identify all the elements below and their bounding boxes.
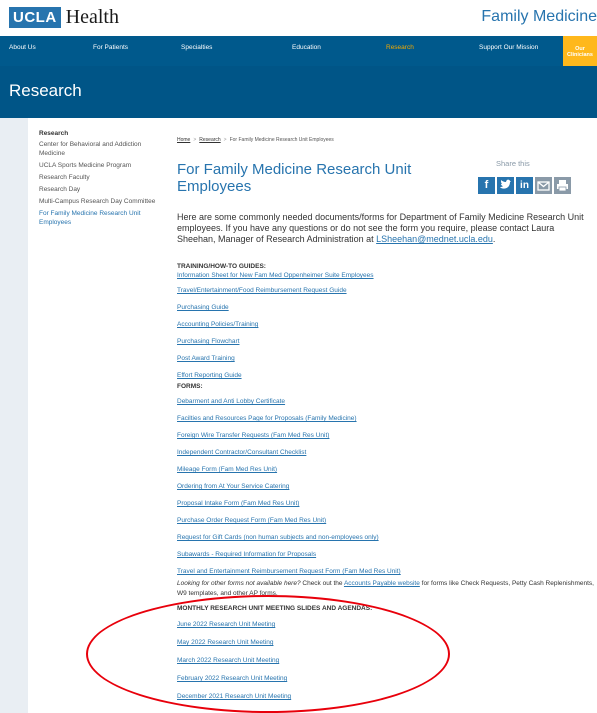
sidebar-item-sports-medicine[interactable]: UCLA Sports Medicine Program (39, 161, 159, 170)
nav-about-us[interactable]: About Us (9, 44, 36, 51)
form-link[interactable]: Proposal Intake Form (Fam Med Res Unit) (177, 499, 597, 508)
contact-email-link[interactable]: LSheehan@mednet.ucla.edu (376, 234, 493, 244)
form-link[interactable]: Request for Gift Cards (non human subjec… (177, 533, 597, 542)
sidebar: Research Center for Behavioral and Addic… (39, 130, 159, 230)
share-icons: f in (478, 177, 571, 194)
site-title[interactable]: Family Medicine (481, 8, 597, 26)
sidebar-item-research-day[interactable]: Research Day (39, 185, 159, 194)
meeting-link[interactable]: December 2021 Research Unit Meeting (177, 692, 597, 701)
nav-research[interactable]: Research (386, 44, 414, 51)
breadcrumb-separator: > (193, 137, 197, 143)
page-banner: Research (0, 66, 597, 118)
form-link[interactable]: Subawards - Required Information for Pro… (177, 550, 597, 559)
training-link[interactable]: Effort Reporting Guide (177, 371, 597, 380)
form-link[interactable]: Debarment and Anti Lobby Certificate (177, 397, 597, 406)
nav-specialties[interactable]: Specialties (181, 44, 212, 51)
meeting-link[interactable]: February 2022 Research Unit Meeting (177, 674, 597, 683)
document-list: TRAINING/HOW-TO GUIDES: Information Shee… (177, 262, 597, 710)
form-link[interactable]: Purchase Order Request Form (Fam Med Res… (177, 516, 597, 525)
training-link[interactable]: Post Award Training (177, 354, 597, 363)
sidebar-item-behavioral-addiction[interactable]: Center for Behavioral and Addiction Medi… (39, 140, 159, 158)
training-link[interactable]: Travel/Entertainment/Food Reimbursement … (177, 286, 597, 295)
training-link[interactable]: Purchasing Guide (177, 303, 597, 312)
twitter-icon[interactable] (497, 177, 514, 194)
sidebar-heading[interactable]: Research (39, 130, 159, 137)
training-link[interactable]: Purchasing Flowchart (177, 337, 597, 346)
breadcrumb-home[interactable]: Home (177, 137, 190, 143)
breadcrumb-current: For Family Medicine Research Unit Employ… (229, 137, 334, 143)
logo-box: UCLA (9, 7, 61, 28)
form-link[interactable]: Travel and Entertainment Reimbursement R… (177, 567, 597, 576)
meetings-heading: MONTHLY RESEARCH UNIT MEETING SLIDES AND… (177, 605, 373, 612)
breadcrumb-separator: > (223, 137, 227, 143)
training-link[interactable]: Information Sheet for New Fam Med Oppenh… (177, 271, 597, 280)
nav-support-our-mission[interactable]: Support Our Mission (479, 44, 538, 51)
banner-title: Research (9, 81, 82, 100)
email-icon[interactable] (535, 177, 552, 194)
form-link[interactable]: Foreign Wire Transfer Requests (Fam Med … (177, 431, 597, 440)
site-header: UCLA Health Family Medicine (0, 0, 597, 36)
meeting-link[interactable]: June 2022 Research Unit Meeting (177, 620, 597, 629)
training-heading: TRAINING/HOW-TO GUIDES: (177, 263, 266, 270)
breadcrumb-research[interactable]: Research (199, 137, 220, 143)
intro-end: . (492, 234, 496, 244)
sidebar-item-research-faculty[interactable]: Research Faculty (39, 173, 159, 182)
logo-text: Health (65, 6, 119, 28)
note-italic: Looking for other forms not available he… (177, 580, 301, 587)
accounts-payable-link[interactable]: Accounts Payable website (344, 580, 420, 587)
clinicians-line1: Our (575, 46, 585, 52)
print-icon[interactable] (554, 177, 571, 194)
form-link[interactable]: Mileage Form (Fam Med Res Unit) (177, 465, 597, 474)
form-link[interactable]: Independent Contractor/Consultant Checkl… (177, 448, 597, 457)
main-nav: About Us For Patients Specialties Educat… (0, 36, 597, 66)
meeting-link[interactable]: March 2022 Research Unit Meeting (177, 656, 597, 665)
page-title: For Family Medicine Research Unit Employ… (177, 161, 412, 195)
meeting-link[interactable]: May 2022 Research Unit Meeting (177, 638, 597, 647)
breadcrumb: Home > Research > For Family Medicine Resear… (177, 137, 334, 143)
sidebar-item-research-unit-employees[interactable]: For Family Medicine Research Unit Employ… (39, 209, 159, 227)
training-link[interactable]: Accounting Policies/Training (177, 320, 597, 329)
clinicians-line2: Clinicians (567, 52, 593, 58)
facebook-icon[interactable]: f (478, 177, 495, 194)
nav-education[interactable]: Education (292, 44, 321, 51)
form-link[interactable]: Facilties and Resources Page for Proposa… (177, 414, 597, 423)
nav-for-patients[interactable]: For Patients (93, 44, 128, 51)
forms-heading: FORMS: (177, 383, 203, 390)
form-link[interactable]: Ordering from At Your Service Catering (177, 482, 597, 491)
linkedin-icon[interactable]: in (516, 177, 533, 194)
share-label: Share this (496, 159, 530, 168)
sidebar-item-multi-campus[interactable]: Multi-Campus Research Day Committee (39, 197, 159, 206)
other-forms-note: Looking for other forms not available he… (177, 579, 597, 599)
intro-paragraph: Here are some commonly needed documents/… (177, 212, 593, 245)
note-pre: Check out the (300, 580, 344, 587)
ucla-health-logo[interactable]: UCLA Health (9, 6, 119, 29)
